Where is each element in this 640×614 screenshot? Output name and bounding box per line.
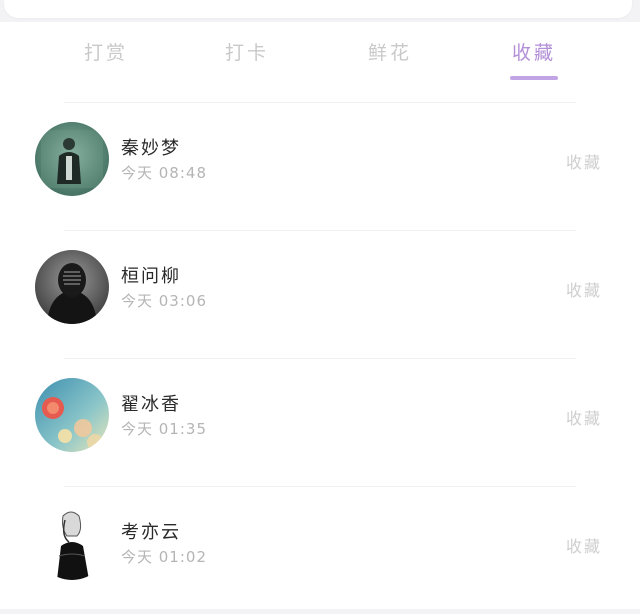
rose-flower-photo-icon	[35, 378, 109, 452]
top-card	[4, 0, 632, 18]
user-name: 翟冰香	[121, 394, 181, 415]
avatar[interactable]	[35, 122, 109, 196]
list-item[interactable]: 秦妙梦 今天 08:48 收藏	[0, 102, 640, 230]
tab-reward[interactable]: 打赏	[56, 38, 156, 65]
record-status: 收藏	[565, 537, 602, 556]
record-time: 今天 08:48	[121, 164, 207, 182]
user-name: 桓问柳	[121, 266, 181, 287]
divider	[64, 230, 576, 231]
person-photo-green-icon	[35, 122, 109, 196]
divider	[64, 358, 576, 359]
masked-person-photo-icon	[35, 250, 109, 324]
list-item[interactable]: 翟冰香 今天 01:35 收藏	[0, 358, 640, 486]
records-panel: 打赏 打卡 鲜花 收藏 秦妙梦 今天 08:48 收藏 桓问柳 今天 03:06…	[0, 22, 640, 609]
girl-sketch-icon	[35, 506, 109, 580]
record-time: 今天 01:02	[121, 548, 207, 566]
avatar[interactable]	[35, 378, 109, 452]
record-status: 收藏	[565, 153, 602, 172]
record-status: 收藏	[565, 409, 602, 428]
tab-favorites[interactable]: 收藏	[484, 38, 584, 65]
tab-flowers[interactable]: 鲜花	[340, 38, 440, 65]
active-tab-indicator	[510, 76, 558, 80]
record-status: 收藏	[565, 281, 602, 300]
avatar[interactable]	[35, 506, 109, 580]
list-item[interactable]: 考亦云 今天 01:02 收藏	[0, 486, 640, 614]
record-time: 今天 01:35	[121, 420, 207, 438]
avatar[interactable]	[35, 250, 109, 324]
list-item[interactable]: 桓问柳 今天 03:06 收藏	[0, 230, 640, 358]
user-name: 秦妙梦	[121, 138, 181, 159]
record-time: 今天 03:06	[121, 292, 207, 310]
divider	[64, 102, 576, 103]
tab-checkin[interactable]: 打卡	[197, 38, 297, 65]
tab-bar: 打赏 打卡 鲜花 收藏	[0, 36, 640, 96]
divider	[64, 486, 576, 487]
user-name: 考亦云	[121, 522, 181, 543]
